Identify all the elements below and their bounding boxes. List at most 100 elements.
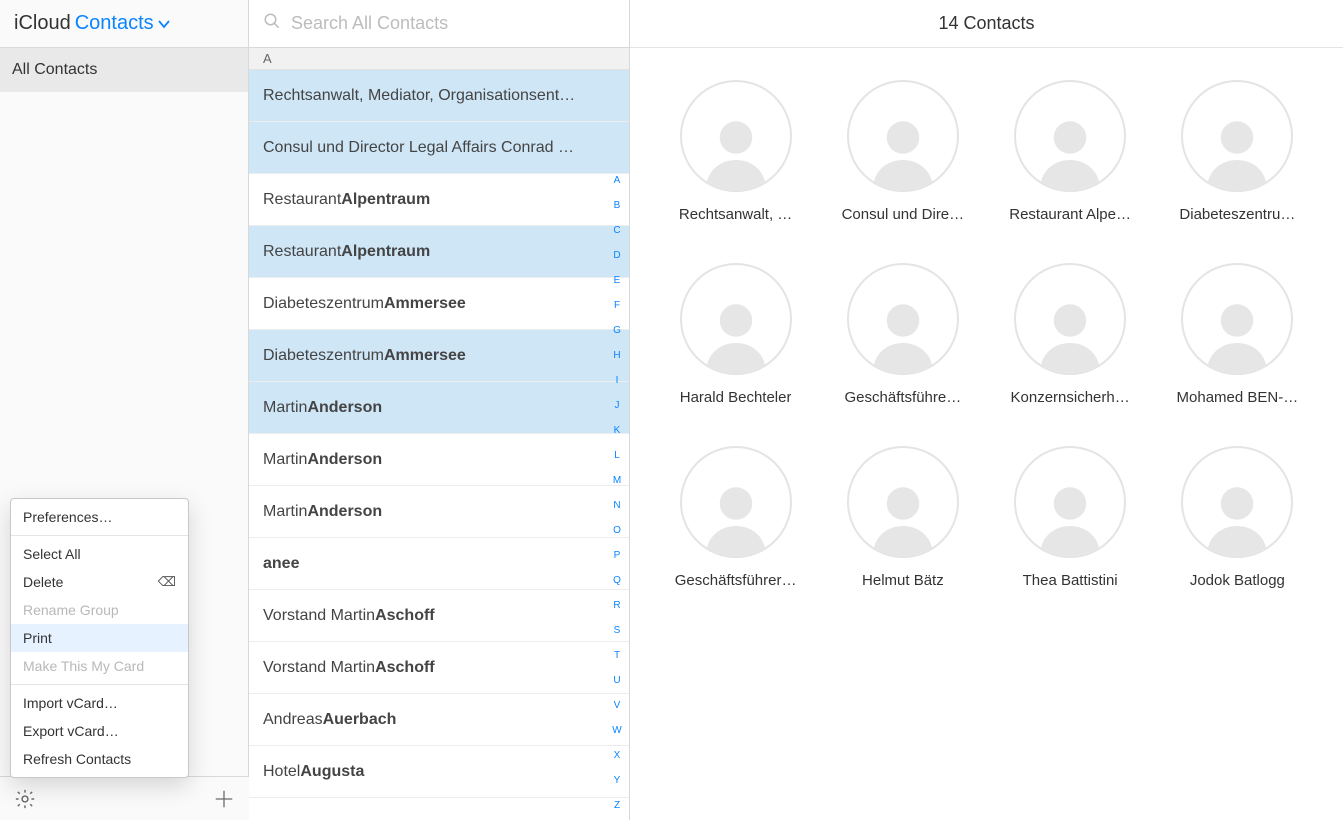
section-header: A bbox=[249, 48, 629, 70]
az-letter[interactable]: J bbox=[615, 393, 620, 418]
az-letter[interactable]: N bbox=[613, 493, 620, 518]
az-letter[interactable]: Q bbox=[613, 568, 621, 593]
contact-card[interactable]: Rechtsanwalt, … bbox=[670, 80, 801, 223]
menu-item: Make This My Card bbox=[11, 652, 188, 680]
az-letter[interactable]: Y bbox=[614, 768, 621, 793]
az-letter[interactable]: F bbox=[614, 293, 620, 318]
app-switcher[interactable]: iCloud Contacts bbox=[0, 0, 248, 48]
contact-row[interactable]: Consul und Director Legal Affairs Conrad… bbox=[249, 122, 629, 174]
menu-item: Rename Group bbox=[11, 596, 188, 624]
contact-card[interactable]: Consul und Dire… bbox=[837, 80, 968, 223]
menu-item[interactable]: Delete⌫ bbox=[11, 568, 188, 596]
contact-card[interactable]: Geschäftsführer… bbox=[670, 446, 801, 589]
contact-card-label: Helmut Bätz bbox=[862, 572, 944, 589]
az-letter[interactable]: I bbox=[616, 368, 619, 393]
search-bar bbox=[249, 0, 629, 48]
contact-card-label: Geschäftsführer… bbox=[675, 572, 797, 589]
az-letter[interactable]: C bbox=[613, 218, 620, 243]
az-index[interactable]: ABCDEFGHIJKLMNOPQRSTUVWXYZ# bbox=[609, 168, 625, 820]
contact-card-label: Diabeteszentru… bbox=[1179, 206, 1295, 223]
contact-row[interactable]: Vorstand Martin Aschoff bbox=[249, 642, 629, 694]
contact-card[interactable]: Mohamed BEN-… bbox=[1172, 263, 1303, 406]
contact-row[interactable]: Diabeteszentrum Ammersee bbox=[249, 330, 629, 382]
contact-row[interactable]: Andreas Auerbach bbox=[249, 694, 629, 746]
menu-item[interactable]: Print bbox=[11, 624, 188, 652]
contact-card-label: Consul und Dire… bbox=[842, 206, 965, 223]
contact-row[interactable]: Vorstand Martin Aschoff bbox=[249, 590, 629, 642]
az-letter[interactable]: Z bbox=[614, 793, 620, 818]
contact-card-label: Jodok Batlogg bbox=[1190, 572, 1285, 589]
menu-item[interactable]: Preferences… bbox=[11, 503, 188, 531]
contact-card-label: Harald Bechteler bbox=[680, 389, 792, 406]
contact-row[interactable]: Martin Anderson bbox=[249, 382, 629, 434]
menu-item-label: Print bbox=[23, 630, 52, 646]
az-letter[interactable]: V bbox=[614, 693, 621, 718]
menu-item[interactable]: Refresh Contacts bbox=[11, 745, 188, 773]
avatar bbox=[1181, 446, 1293, 558]
avatar bbox=[1181, 80, 1293, 192]
contact-row[interactable]: Rechtsanwalt, Mediator, Organisationsent… bbox=[249, 70, 629, 122]
az-letter[interactable]: X bbox=[614, 743, 621, 768]
menu-item[interactable]: Select All bbox=[11, 540, 188, 568]
menu-item[interactable]: Import vCard… bbox=[11, 689, 188, 717]
az-letter[interactable]: S bbox=[614, 618, 621, 643]
contact-card[interactable]: Geschäftsführe… bbox=[837, 263, 968, 406]
contact-card[interactable]: Diabeteszentru… bbox=[1172, 80, 1303, 223]
contact-card[interactable]: Thea Battistini bbox=[1005, 446, 1136, 589]
avatar bbox=[847, 80, 959, 192]
az-letter[interactable]: H bbox=[613, 343, 620, 368]
contact-row[interactable]: Martin Anderson bbox=[249, 486, 629, 538]
avatar bbox=[1181, 263, 1293, 375]
contact-list-panel: A Rechtsanwalt, Mediator, Organisationse… bbox=[249, 0, 630, 820]
contact-row[interactable]: Martin Anderson bbox=[249, 434, 629, 486]
menu-item-label: Import vCard… bbox=[23, 695, 118, 711]
az-letter[interactable]: P bbox=[614, 543, 621, 568]
contact-card[interactable]: Harald Bechteler bbox=[670, 263, 801, 406]
sidebar-footer bbox=[0, 776, 249, 820]
contact-card[interactable]: Helmut Bätz bbox=[837, 446, 968, 589]
az-letter[interactable]: E bbox=[614, 268, 621, 293]
az-letter[interactable]: B bbox=[614, 193, 621, 218]
az-letter[interactable]: U bbox=[613, 668, 620, 693]
az-letter[interactable]: W bbox=[612, 718, 621, 743]
az-letter[interactable]: O bbox=[613, 518, 621, 543]
az-letter[interactable]: K bbox=[614, 418, 621, 443]
settings-menu: Preferences… Select All Delete⌫Rename Grou… bbox=[10, 498, 189, 778]
az-letter[interactable]: D bbox=[613, 243, 620, 268]
contact-list: A Rechtsanwalt, Mediator, Organisationse… bbox=[249, 48, 629, 820]
contact-card-label: Geschäftsführe… bbox=[845, 389, 962, 406]
menu-item[interactable]: Export vCard… bbox=[11, 717, 188, 745]
contact-cards-grid: Rechtsanwalt, … Consul und Dire… Restauran… bbox=[630, 48, 1343, 621]
az-letter[interactable]: A bbox=[614, 168, 621, 193]
contact-card-label: Thea Battistini bbox=[1023, 572, 1118, 589]
contact-card[interactable]: Restaurant Alpe… bbox=[1005, 80, 1136, 223]
delete-key-icon: ⌫ bbox=[158, 574, 176, 590]
menu-item-label: Select All bbox=[23, 546, 81, 562]
contact-row[interactable]: Diabeteszentrum Ammersee bbox=[249, 278, 629, 330]
selection-count: 14 Contacts bbox=[938, 13, 1034, 34]
contact-row[interactable]: Restaurant Alpentraum bbox=[249, 226, 629, 278]
avatar bbox=[847, 446, 959, 558]
avatar bbox=[680, 80, 792, 192]
contact-row[interactable]: anee bbox=[249, 538, 629, 590]
az-letter[interactable]: G bbox=[613, 318, 621, 343]
contact-card[interactable]: Konzernsicherh… bbox=[1005, 263, 1136, 406]
sidebar-item[interactable]: All Contacts bbox=[0, 48, 248, 92]
az-letter[interactable]: R bbox=[613, 593, 620, 618]
az-letter[interactable]: M bbox=[613, 468, 621, 493]
contact-card-label: Restaurant Alpe… bbox=[1009, 206, 1131, 223]
contact-card-label: Konzernsicherh… bbox=[1011, 389, 1130, 406]
avatar bbox=[680, 446, 792, 558]
plus-icon[interactable] bbox=[213, 788, 235, 810]
avatar bbox=[1014, 263, 1126, 375]
contact-row[interactable]: Hotel Augusta bbox=[249, 746, 629, 798]
chevron-down-icon bbox=[158, 16, 170, 32]
az-letter[interactable]: T bbox=[614, 643, 620, 668]
az-letter[interactable]: L bbox=[614, 443, 620, 468]
search-input[interactable] bbox=[291, 13, 615, 34]
contact-row[interactable]: Restaurant Alpentraum bbox=[249, 174, 629, 226]
sidebar: iCloud Contacts All Contacts Preferences… bbox=[0, 0, 249, 820]
menu-item-label: Preferences… bbox=[23, 509, 112, 525]
contact-card[interactable]: Jodok Batlogg bbox=[1172, 446, 1303, 589]
gear-icon[interactable] bbox=[14, 788, 36, 810]
